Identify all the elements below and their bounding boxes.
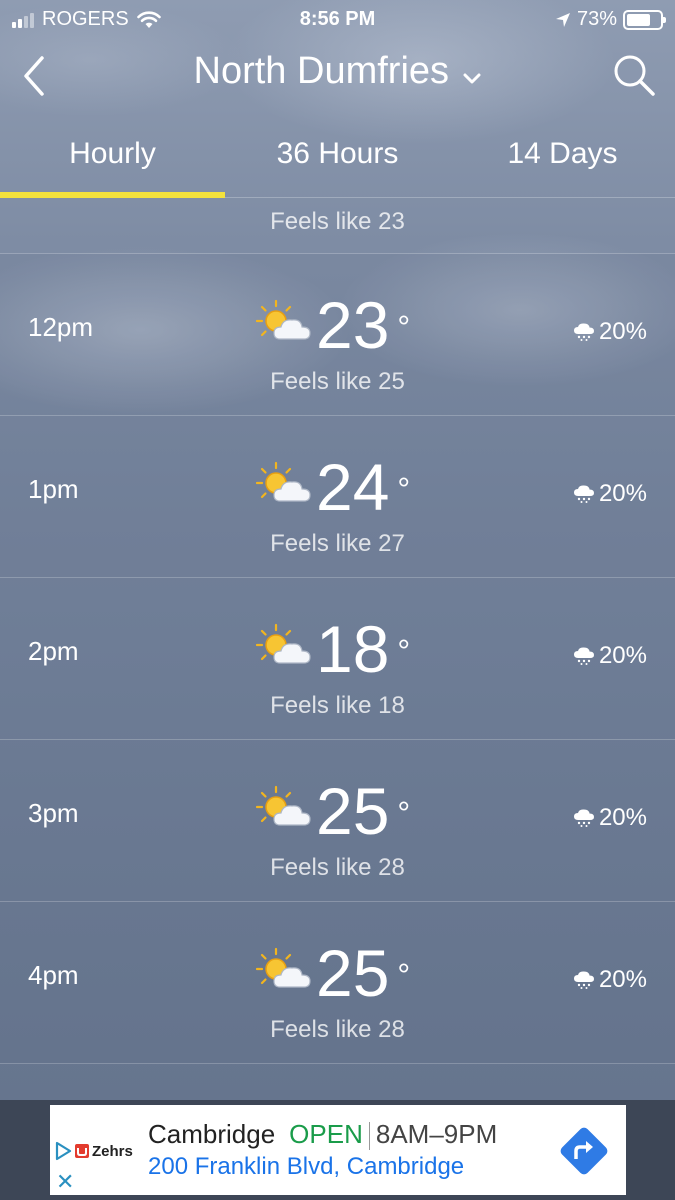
partly-sunny-icon — [256, 299, 311, 340]
ad-divider — [368, 1122, 370, 1151]
tab-hourly[interactable]: Hourly — [0, 120, 225, 198]
degree-symbol: ° — [397, 471, 411, 507]
hour-time: 2pm — [28, 636, 79, 666]
forecast-tabs: Hourly 36 Hours 14 Days — [0, 120, 675, 198]
hour-temperature: 18 ° — [316, 614, 410, 684]
hour-row[interactable]: 4pm 25 ° Feels like 28 20% — [0, 902, 675, 1064]
zehrs-logo-icon — [75, 1144, 89, 1158]
status-bar: ROGERS 8:56 PM 73% — [0, 0, 675, 38]
tab-36-hours[interactable]: 36 Hours — [225, 120, 450, 197]
ad-card[interactable]: Zehrs ✕ Cambridge OPEN 8AM–9PM 200 Frankli… — [50, 1105, 626, 1195]
ad-address[interactable]: 200 Franklin Blvd, Cambridge — [148, 1153, 464, 1181]
ad-open-status: OPEN — [289, 1119, 363, 1149]
ad-store-name: Cambridge — [148, 1119, 276, 1149]
hour-time: 3pm — [28, 798, 79, 828]
ad-brand: Zehrs — [92, 1142, 133, 1160]
feels-like-label: Feels like 25 — [270, 368, 405, 395]
hour-time: 12pm — [28, 312, 94, 342]
hour-row[interactable]: 3pm 25 ° Feels like 28 20% — [0, 740, 675, 902]
hourly-list: 12pm 23 ° Feels like 25 20% 1pm 24 ° Fee… — [0, 254, 675, 1064]
precip-value: 20% — [598, 804, 647, 831]
degree-symbol: ° — [397, 633, 411, 669]
ad-headline: Cambridge OPEN 8AM–9PM — [148, 1119, 498, 1151]
tab-14-days[interactable]: 14 Days — [450, 120, 675, 197]
temperature-value: 25 — [316, 774, 390, 848]
hour-temperature: 24 ° — [316, 452, 410, 522]
precip-value: 20% — [598, 480, 647, 507]
precipitation: 20% — [573, 480, 647, 508]
partly-sunny-icon — [256, 461, 311, 502]
nav-bar: North Dumfries — [0, 40, 675, 110]
precipitation: 20% — [573, 804, 647, 832]
temperature-value: 24 — [316, 450, 390, 524]
hour-time: 4pm — [28, 960, 79, 990]
degree-symbol: ° — [397, 309, 411, 345]
battery-icon — [623, 9, 666, 30]
precipitation: 20% — [573, 642, 647, 670]
degree-symbol: ° — [397, 957, 411, 993]
location-selector[interactable]: North Dumfries — [0, 50, 675, 93]
rain-cloud-icon — [573, 485, 594, 503]
search-icon — [614, 55, 655, 96]
hour-temperature: 25 ° — [316, 776, 410, 846]
chevron-down-icon — [463, 73, 481, 84]
ad-close-button[interactable]: ✕ — [56, 1169, 74, 1195]
partly-sunny-icon — [256, 623, 311, 664]
feels-like-label: Feels like 28 — [270, 854, 405, 881]
rain-cloud-icon — [573, 971, 594, 989]
feels-like-label: Feels like 28 — [270, 1016, 405, 1043]
precip-value: 20% — [598, 642, 647, 669]
temperature-value: 25 — [316, 936, 390, 1010]
hour-row-partial: Feels like 23 — [0, 198, 675, 254]
temperature-value: 23 — [316, 288, 390, 362]
partly-sunny-icon — [256, 947, 311, 988]
battery-percent: 73% — [576, 8, 617, 30]
location-arrow-icon — [555, 12, 570, 27]
rain-cloud-icon — [573, 647, 594, 665]
temperature-value: 18 — [316, 612, 390, 686]
hour-row[interactable]: 1pm 24 ° Feels like 27 20% — [0, 416, 675, 578]
ad-choices-icon[interactable] — [54, 1141, 72, 1161]
location-title: North Dumfries — [193, 50, 450, 92]
degree-symbol: ° — [397, 795, 411, 831]
ad-banner: Zehrs ✕ Cambridge OPEN 8AM–9PM 200 Frankli… — [0, 1100, 675, 1200]
directions-icon[interactable] — [558, 1125, 610, 1177]
rain-cloud-icon — [573, 323, 594, 341]
search-button[interactable] — [611, 52, 657, 98]
hour-time: 1pm — [28, 474, 79, 504]
precip-value: 20% — [598, 318, 647, 345]
ad-logo: Zehrs — [54, 1141, 133, 1161]
precipitation: 20% — [573, 318, 647, 346]
feels-like-label: Feels like 18 — [270, 692, 405, 719]
hour-row[interactable]: 12pm 23 ° Feels like 25 20% — [0, 254, 675, 416]
status-right: 73% — [555, 8, 666, 31]
partly-sunny-icon — [256, 785, 311, 826]
feels-like-label: Feels like 23 — [270, 208, 405, 235]
hour-row[interactable]: 2pm 18 ° Feels like 18 20% — [0, 578, 675, 740]
ad-store-hours: 8AM–9PM — [375, 1119, 498, 1149]
rain-cloud-icon — [573, 809, 594, 827]
precip-value: 20% — [598, 966, 647, 993]
hour-temperature: 25 ° — [316, 938, 410, 1008]
hour-temperature: 23 ° — [316, 290, 410, 360]
precipitation: 20% — [573, 966, 647, 994]
feels-like-label: Feels like 27 — [270, 530, 405, 557]
